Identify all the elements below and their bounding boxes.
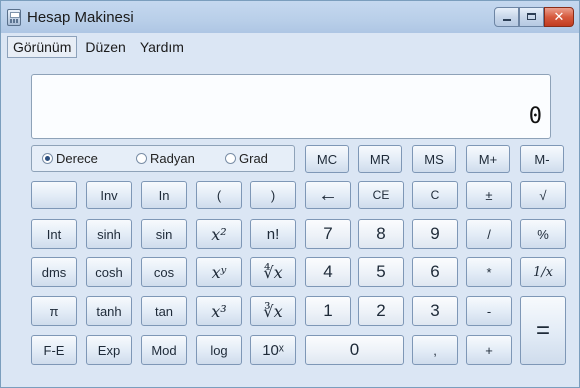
window-title: Hesap Makinesi bbox=[27, 9, 134, 26]
factorial-button[interactable]: n! bbox=[250, 219, 296, 249]
sinh-button[interactable]: sinh bbox=[86, 219, 132, 249]
close-icon: ✕ bbox=[553, 9, 565, 24]
menu-help[interactable]: Yardım bbox=[134, 36, 190, 58]
plus-minus-button[interactable]: ± bbox=[466, 181, 512, 209]
int-button[interactable]: Int bbox=[31, 219, 77, 249]
digit-1-button[interactable]: 1 bbox=[305, 296, 351, 326]
inv-button[interactable]: Inv bbox=[86, 181, 132, 209]
sin-button[interactable]: sin bbox=[141, 219, 187, 249]
radio-degrees[interactable]: Derece bbox=[42, 151, 98, 167]
blank-button bbox=[31, 181, 77, 209]
radio-degrees-label: Derece bbox=[56, 151, 98, 166]
equals-button[interactable]: = bbox=[520, 296, 566, 365]
mod-button[interactable]: Mod bbox=[141, 335, 187, 365]
m-plus-button[interactable]: M+ bbox=[466, 145, 510, 173]
reciprocal-button[interactable]: 1/x bbox=[520, 257, 566, 287]
sqrt-button[interactable]: √ bbox=[520, 181, 566, 209]
exp-button[interactable]: Exp bbox=[86, 335, 132, 365]
cosh-button[interactable]: cosh bbox=[86, 257, 132, 287]
menu-bar: Görünüm Düzen Yardım bbox=[7, 36, 192, 58]
digit-6-button[interactable]: 6 bbox=[412, 257, 458, 287]
ten-power-button[interactable]: 10ˣ bbox=[250, 335, 296, 365]
ce-button[interactable]: CE bbox=[358, 181, 404, 209]
tan-button[interactable]: tan bbox=[141, 296, 187, 326]
subtract-button[interactable]: - bbox=[466, 296, 512, 326]
digit-5-button[interactable]: 5 bbox=[358, 257, 404, 287]
cube-root-button[interactable]: ∛x bbox=[250, 296, 296, 326]
digit-4-button[interactable]: 4 bbox=[305, 257, 351, 287]
radio-icon bbox=[136, 153, 147, 164]
calculator-window: Hesap Makinesi ✕ Görünüm Düzen Yardım 0 … bbox=[0, 0, 580, 388]
title-bar[interactable]: Hesap Makinesi ✕ bbox=[1, 1, 579, 33]
digit-8-button[interactable]: 8 bbox=[358, 219, 404, 249]
dms-button[interactable]: dms bbox=[31, 257, 77, 287]
minimize-icon bbox=[503, 19, 511, 21]
f-e-button[interactable]: F-E bbox=[31, 335, 77, 365]
result-display: 0 bbox=[31, 74, 551, 139]
maximize-button[interactable] bbox=[519, 7, 544, 27]
mc-button[interactable]: MC bbox=[305, 145, 349, 173]
digit-9-button[interactable]: 9 bbox=[412, 219, 458, 249]
tanh-button[interactable]: tanh bbox=[86, 296, 132, 326]
pi-button[interactable]: π bbox=[31, 296, 77, 326]
digit-7-button[interactable]: 7 bbox=[305, 219, 351, 249]
add-button[interactable]: + bbox=[466, 335, 512, 365]
close-paren-button[interactable]: ) bbox=[250, 181, 296, 209]
radio-grads-label: Grad bbox=[239, 151, 268, 166]
angle-mode-group: Derece Radyan Grad bbox=[31, 145, 295, 172]
maximize-icon bbox=[527, 13, 536, 20]
radio-grads[interactable]: Grad bbox=[225, 151, 268, 167]
log-button[interactable]: log bbox=[196, 335, 242, 365]
cube-button[interactable]: x³ bbox=[196, 296, 242, 326]
percent-button[interactable]: % bbox=[520, 219, 566, 249]
open-paren-button[interactable]: ( bbox=[196, 181, 242, 209]
digit-0-button[interactable]: 0 bbox=[305, 335, 404, 365]
radio-radians-label: Radyan bbox=[150, 151, 195, 166]
multiply-button[interactable]: * bbox=[466, 257, 512, 287]
display-value: 0 bbox=[528, 104, 542, 129]
divide-button[interactable]: / bbox=[466, 219, 512, 249]
backspace-arrow-icon: ← bbox=[318, 183, 338, 206]
minimize-button[interactable] bbox=[494, 7, 519, 27]
radio-icon bbox=[225, 153, 236, 164]
power-button[interactable]: xʸ bbox=[196, 257, 242, 287]
m-minus-button[interactable]: M- bbox=[520, 145, 564, 173]
digit-3-button[interactable]: 3 bbox=[412, 296, 458, 326]
calculator-icon bbox=[7, 9, 21, 26]
cos-button[interactable]: cos bbox=[141, 257, 187, 287]
radio-selected-icon bbox=[42, 153, 53, 164]
ms-button[interactable]: MS bbox=[412, 145, 456, 173]
digit-2-button[interactable]: 2 bbox=[358, 296, 404, 326]
yth-root-button[interactable]: ∜x bbox=[250, 257, 296, 287]
menu-view[interactable]: Görünüm bbox=[7, 36, 78, 58]
ln-button[interactable]: In bbox=[141, 181, 187, 209]
square-button[interactable]: x² bbox=[196, 219, 242, 249]
radio-radians[interactable]: Radyan bbox=[136, 151, 195, 167]
menu-edit[interactable]: Düzen bbox=[79, 36, 131, 58]
backspace-button[interactable]: ← bbox=[305, 181, 351, 209]
decimal-button[interactable]: , bbox=[412, 335, 458, 365]
mr-button[interactable]: MR bbox=[358, 145, 402, 173]
c-button[interactable]: C bbox=[412, 181, 458, 209]
close-button[interactable]: ✕ bbox=[544, 7, 574, 27]
